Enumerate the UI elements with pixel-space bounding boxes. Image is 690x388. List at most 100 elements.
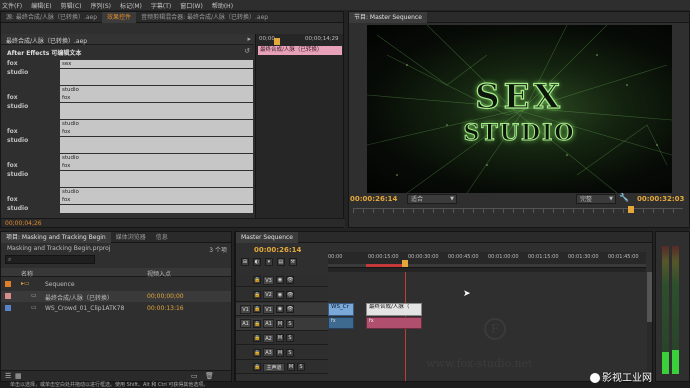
project-item-row[interactable]: ▭ WS_Crowd_01_Clip1ATK78 00:00:13:16: [1, 303, 231, 314]
text-field-input[interactable]: fox: [60, 196, 253, 204]
col-in[interactable]: 视频入点: [147, 269, 171, 278]
fit-dropdown[interactable]: 适合 ▼: [407, 194, 457, 204]
text-field-input[interactable]: fox: [60, 162, 253, 170]
sync-lock-icon[interactable]: ◉: [276, 276, 284, 284]
eye-icon[interactable]: 👁: [286, 305, 294, 313]
scroll-thumb[interactable]: [647, 272, 652, 322]
lock-icon[interactable]: 🔒: [253, 290, 261, 299]
sync-lock-icon[interactable]: ◉: [276, 290, 284, 299]
track-label[interactable]: A3: [263, 348, 274, 357]
text-field-input[interactable]: studio: [60, 85, 253, 94]
track-label[interactable]: A1: [263, 319, 274, 328]
quality-dropdown[interactable]: 完整 ▼: [576, 194, 616, 204]
mini-playhead-icon[interactable]: [274, 38, 280, 45]
icon-view-icon[interactable]: ▦: [15, 372, 22, 380]
reset-icon[interactable]: ↺: [244, 47, 250, 55]
tab-info[interactable]: 信息: [151, 232, 173, 243]
text-field-input[interactable]: [60, 204, 253, 213]
program-playhead-icon[interactable]: [628, 206, 634, 213]
timeline-settings-icon[interactable]: ▤: [276, 258, 285, 266]
menu-title[interactable]: 字幕(T): [151, 1, 171, 10]
source-patch[interactable]: A1: [240, 319, 251, 328]
text-field-input[interactable]: [60, 179, 253, 187]
text-field-input[interactable]: fox: [60, 128, 253, 136]
mute-icon[interactable]: M: [276, 348, 284, 357]
text-field-input[interactable]: [60, 77, 253, 85]
tab-audio-clip-mixer[interactable]: 音频剪辑混合器: 最终合成/人脉（已转换）.aep: [136, 12, 273, 23]
timeline-playhead-icon[interactable]: [402, 260, 408, 267]
list-view-icon[interactable]: ☰: [5, 372, 11, 380]
mute-icon[interactable]: M: [276, 319, 284, 328]
lock-icon[interactable]: 🔒: [253, 276, 261, 284]
clip-v1-comp[interactable]: 最终合成/人脉（: [366, 303, 422, 316]
project-search-input[interactable]: ⌕: [5, 255, 95, 264]
program-scrubber[interactable]: [353, 206, 683, 213]
eye-icon[interactable]: 👁: [286, 290, 294, 299]
lock-icon[interactable]: 🔒: [253, 334, 261, 342]
menu-file[interactable]: 文件(F): [2, 1, 22, 10]
label-color-swatch[interactable]: [5, 305, 11, 311]
tab-program[interactable]: 节目: Master Sequence: [349, 11, 427, 23]
menu-edit[interactable]: 编辑(E): [31, 1, 51, 10]
label-color-swatch[interactable]: [5, 293, 11, 299]
add-marker-icon[interactable]: ▾: [264, 258, 273, 266]
text-field-input[interactable]: [60, 170, 253, 179]
text-field-input[interactable]: [60, 102, 253, 111]
lock-icon[interactable]: 🔒: [253, 305, 261, 313]
track-label[interactable]: V1: [263, 304, 274, 314]
menu-window[interactable]: 窗口(W): [180, 1, 203, 10]
timeline-vertical-scrollbar[interactable]: [647, 272, 652, 380]
program-timecode[interactable]: 00:00:26:14: [350, 195, 397, 203]
text-field-input[interactable]: studio: [60, 153, 253, 162]
lock-icon[interactable]: 🔒: [253, 363, 261, 371]
tab-effect-controls[interactable]: 效果控件: [102, 11, 137, 23]
clip-a1-comp[interactable]: fx: [366, 317, 422, 329]
tab-media-browser[interactable]: 媒体浏览器: [111, 232, 151, 243]
menu-clip[interactable]: 剪辑(C): [61, 1, 82, 10]
eye-icon[interactable]: 👁: [286, 276, 294, 284]
linked-selection-icon[interactable]: ◐: [252, 258, 261, 266]
expand-arrow-icon[interactable]: ▸: [247, 35, 251, 43]
text-field-input[interactable]: sex: [60, 60, 253, 68]
menu-help[interactable]: 帮助(H): [212, 1, 233, 10]
text-field-input[interactable]: [60, 145, 253, 153]
lock-icon[interactable]: 🔒: [253, 319, 261, 328]
text-field-input[interactable]: [60, 68, 253, 77]
col-name[interactable]: 名称: [21, 269, 33, 278]
text-field-input[interactable]: [60, 111, 253, 119]
solo-icon[interactable]: S: [286, 319, 294, 328]
menu-marker[interactable]: 标记(M): [120, 1, 142, 10]
menu-sequence[interactable]: 序列(S): [91, 1, 112, 10]
label-color-swatch[interactable]: [5, 281, 11, 287]
track-label[interactable]: V3: [263, 275, 274, 285]
clip-a1-ws[interactable]: fx: [328, 317, 354, 329]
timeline-ruler[interactable]: 00:00 00:00:15:00 00:00:30:00 00:00:45:00 00…: [328, 252, 646, 268]
track-label[interactable]: A2: [263, 333, 274, 343]
project-item-row[interactable]: ▸▭ Sequence: [1, 279, 231, 290]
source-patch[interactable]: V1: [240, 304, 251, 314]
text-field-input[interactable]: studio: [60, 119, 253, 128]
mute-icon[interactable]: M: [276, 334, 284, 342]
wrench-icon[interactable]: ⚒: [288, 258, 297, 266]
track-label[interactable]: V2: [263, 290, 274, 299]
solo-icon[interactable]: S: [286, 334, 294, 342]
wrench-icon[interactable]: 🔧: [619, 193, 629, 202]
text-field-input[interactable]: fox: [60, 94, 253, 102]
sync-lock-icon[interactable]: ◉: [276, 305, 284, 313]
effect-timecode[interactable]: 00;00;04;26: [5, 220, 42, 227]
tab-source[interactable]: 源: 最终合成/人脉（已转换）.aep: [1, 12, 102, 23]
timeline-scrollbar-top[interactable]: [328, 268, 646, 272]
snap-icon[interactable]: ⊞: [241, 258, 249, 266]
project-item-row[interactable]: ▭ 最终合成/人脉（已转换） 00;00;00;00: [1, 291, 231, 302]
text-field-input[interactable]: [60, 136, 253, 145]
text-field-input[interactable]: studio: [60, 187, 253, 196]
mute-icon[interactable]: M: [287, 363, 295, 371]
mini-clip-bar[interactable]: 最终合成/人脉（已转换）: [258, 46, 342, 55]
tab-master-sequence[interactable]: Master Sequence: [236, 231, 298, 243]
solo-icon[interactable]: S: [297, 363, 305, 371]
solo-icon[interactable]: S: [286, 348, 294, 357]
trash-icon[interactable]: 🗑: [205, 372, 214, 380]
lock-icon[interactable]: 🔒: [253, 348, 261, 357]
tab-project[interactable]: 项目: Masking and Tracking Begin: [1, 231, 111, 243]
track-label[interactable]: 主声道: [263, 362, 285, 372]
